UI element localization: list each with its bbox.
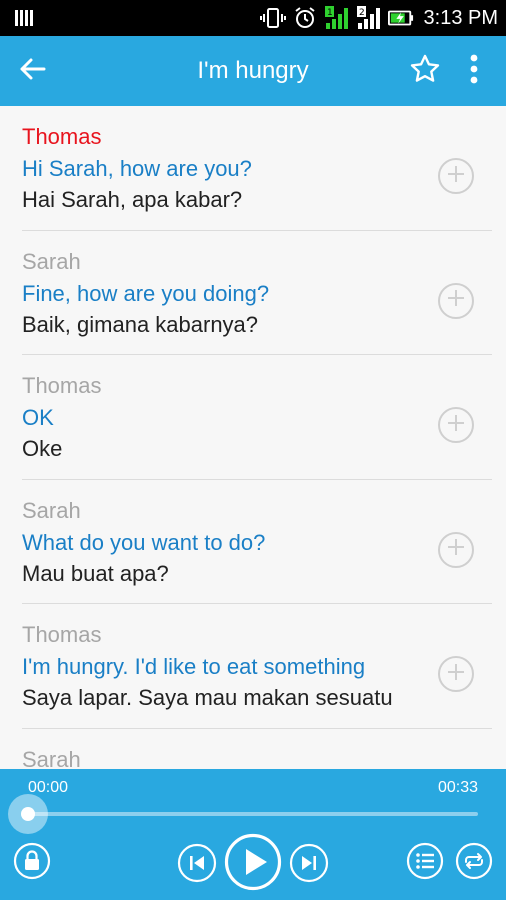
playlist-icon (406, 842, 444, 885)
dialogue-item[interactable]: Thomas I'm hungry. I'd like to eat somet… (0, 604, 506, 729)
play-icon (224, 833, 282, 896)
audio-player: 00:00 00:33 (0, 769, 506, 900)
alarm-icon (292, 5, 318, 31)
play-button[interactable] (224, 833, 282, 896)
overflow-menu-icon (470, 54, 478, 89)
speaker-name: Sarah (22, 746, 81, 770)
english-phrase: Fine, how are you doing? (22, 280, 270, 306)
indonesian-phrase: Mau buat apa? (22, 560, 169, 586)
seek-bar[interactable] (28, 812, 478, 816)
battery-charging-icon (387, 5, 414, 31)
indonesian-phrase: Hai Sarah, apa kabar? (22, 187, 243, 212)
dialogue-item[interactable]: Thomas OK Oke (0, 355, 506, 480)
indonesian-phrase: Saya lapar. Saya mau makan sesuatu (22, 685, 393, 710)
english-phrase: Hi Sarah, how are you? (22, 156, 252, 181)
speaker-name: Thomas (22, 622, 102, 647)
star-icon (409, 53, 441, 90)
dialogue-item[interactable]: Thomas Hi Sarah, how are you? Hai Sarah,… (0, 106, 506, 231)
next-button[interactable] (289, 843, 329, 888)
svg-text:2: 2 (359, 8, 365, 18)
sim-icon (14, 8, 36, 28)
dialogue-item[interactable]: Sarah (0, 729, 506, 770)
speaker-name: Thomas (22, 373, 102, 398)
speaker-name: Sarah (22, 248, 81, 274)
previous-button[interactable] (177, 843, 217, 888)
speaker-name: Sarah (22, 497, 81, 523)
dialogue-item[interactable]: Sarah What do you want to do? Mau buat a… (0, 480, 506, 605)
plus-icon (446, 413, 466, 438)
vibrate-icon (259, 5, 286, 31)
svg-text:1: 1 (327, 8, 333, 18)
english-phrase: What do you want to do? (22, 529, 266, 555)
previous-icon (177, 843, 217, 888)
plus-icon (446, 164, 466, 189)
plus-icon (446, 662, 466, 687)
playlist-button[interactable] (405, 842, 445, 885)
lock-icon (13, 842, 51, 885)
plus-icon (446, 537, 466, 562)
status-bar: 1 2 3:13 PM (0, 0, 506, 36)
signal-sim1-icon: 1 (324, 5, 350, 31)
speaker-name: Thomas (22, 124, 102, 149)
total-time: 00:33 (437, 779, 478, 796)
indonesian-phrase: Oke (22, 436, 63, 461)
clock: 3:13 PM (423, 6, 498, 29)
dialogue-list[interactable]: Thomas Hi Sarah, how are you? Hai Sarah,… (0, 106, 506, 769)
add-phrase-button[interactable] (438, 407, 474, 443)
next-icon (289, 843, 329, 888)
english-phrase: OK (22, 405, 54, 430)
dialogue-item[interactable]: Sarah Fine, how are you doing? Baik, gim… (0, 231, 506, 356)
repeat-button[interactable] (454, 842, 494, 885)
lock-button[interactable] (12, 842, 52, 885)
indonesian-phrase: Baik, gimana kabarnya? (22, 311, 259, 337)
plus-icon (446, 288, 466, 313)
add-phrase-button[interactable] (438, 158, 474, 194)
add-phrase-button[interactable] (438, 531, 474, 568)
seek-thumb[interactable] (8, 794, 48, 834)
add-phrase-button[interactable] (438, 656, 474, 692)
signal-sim2-icon: 2 (356, 5, 382, 31)
favorite-button[interactable] (406, 53, 444, 89)
add-phrase-button[interactable] (438, 282, 474, 319)
repeat-icon (455, 842, 493, 885)
english-phrase: I'm hungry. I'd like to eat something (22, 654, 366, 679)
overflow-menu-button[interactable] (460, 53, 488, 89)
app-bar: I'm hungry (0, 36, 506, 106)
